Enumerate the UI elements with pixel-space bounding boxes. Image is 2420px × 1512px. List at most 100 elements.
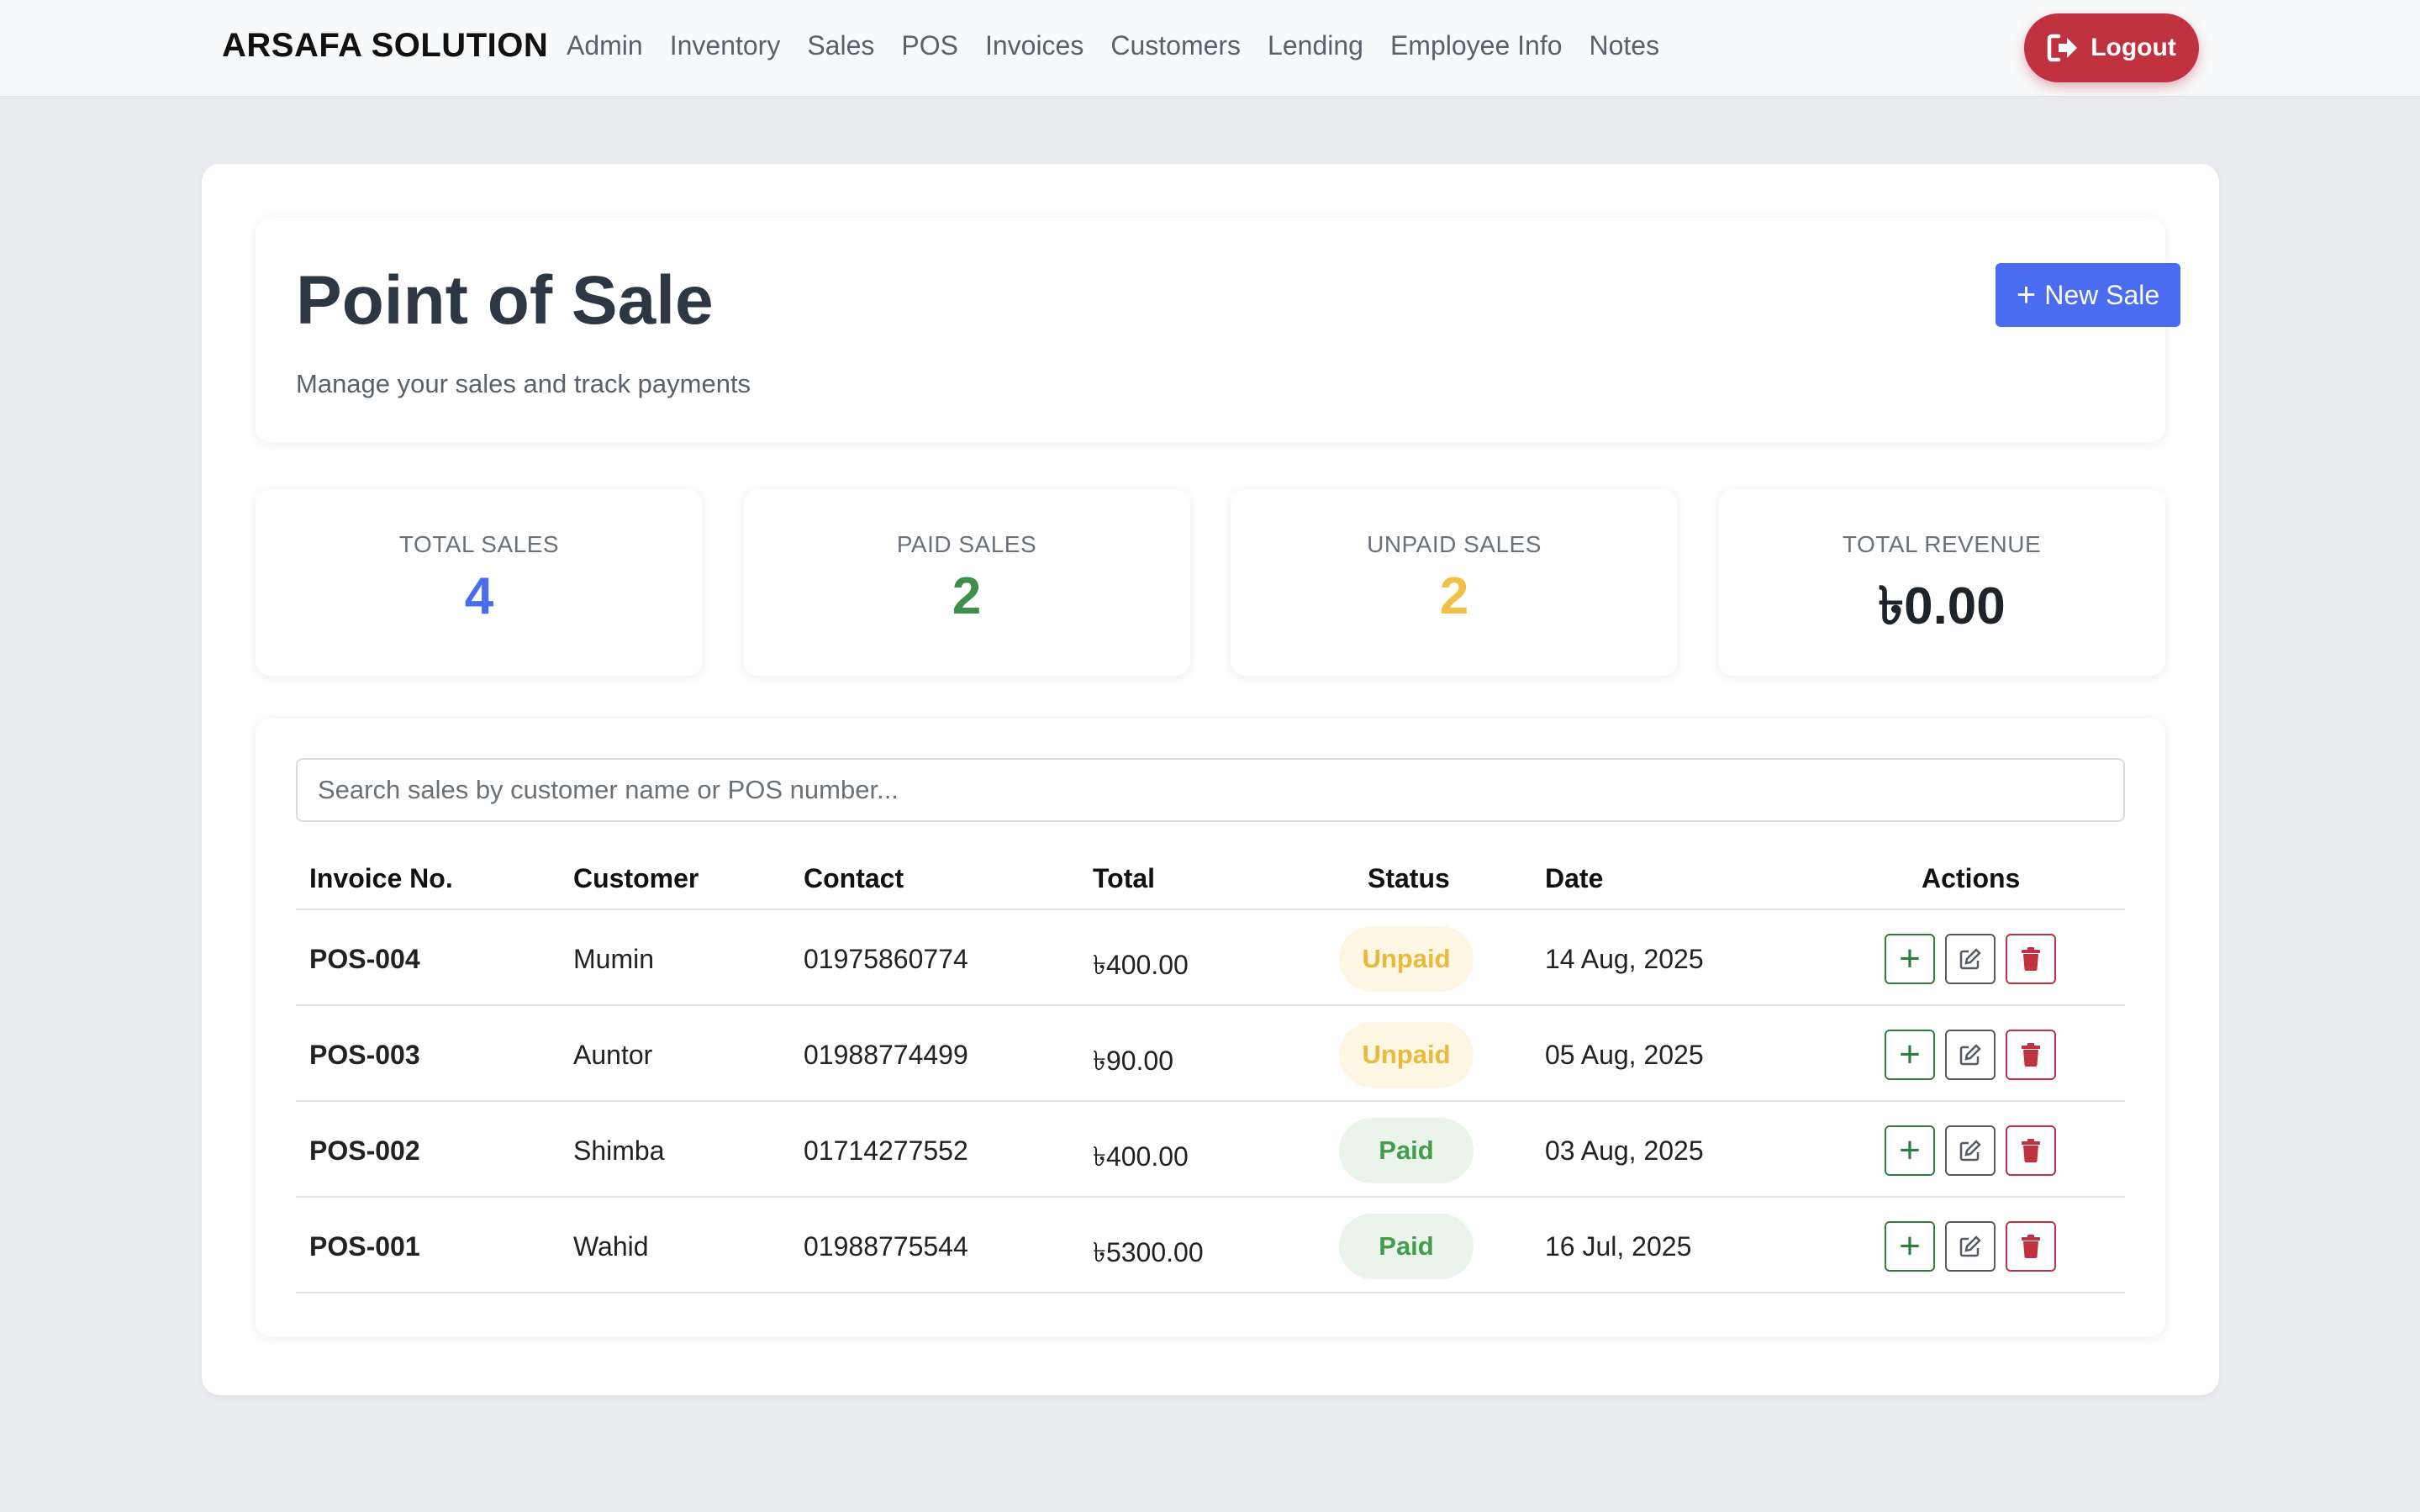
status-badge: Paid (1339, 1118, 1474, 1183)
nav-link-customers[interactable]: Customers (1110, 30, 1241, 61)
trash-icon (2022, 1043, 2040, 1067)
cell-total: ৳5300.00 (1093, 1237, 1204, 1267)
cell-total: ৳90.00 (1093, 1046, 1174, 1076)
plus-icon: + (1899, 1225, 1921, 1267)
stat-value: 2 (952, 567, 982, 625)
stat-label: UNPAID SALES (1367, 531, 1542, 557)
cell-contact: 01988775544 (804, 1231, 968, 1262)
cell-total: ৳400.00 (1093, 1141, 1189, 1172)
table-row: POS-001 Wahid 01988775544 ৳5300.00 Paid … (296, 1198, 2125, 1293)
column-header-invoice[interactable]: Invoice No. (309, 863, 453, 894)
status-badge: Unpaid (1339, 926, 1474, 992)
cell-customer: Shimba (573, 1135, 665, 1166)
trash-icon (2022, 947, 2040, 971)
cell-invoice[interactable]: POS-003 (309, 1040, 420, 1071)
table-row: POS-004 Mumin 01975860774 ৳400.00 Unpaid… (296, 910, 2125, 1006)
search-input[interactable] (296, 758, 2125, 822)
row-actions: + (1885, 1030, 2066, 1080)
table-row: POS-002 Shimba 01714277552 ৳400.00 Paid … (296, 1102, 2125, 1198)
logout-label: Logout (2090, 34, 2176, 61)
status-badge: Paid (1339, 1214, 1474, 1279)
column-header-status[interactable]: Status (1368, 863, 1450, 894)
nav-link-pos[interactable]: POS (901, 30, 958, 61)
edit-button[interactable] (1945, 934, 1996, 984)
plus-icon: + (1899, 1034, 1921, 1075)
cell-customer: Mumin (573, 944, 655, 974)
row-actions: + (1885, 1221, 2066, 1272)
logout-icon (2047, 34, 2078, 62)
page-title: Point of Sale (296, 262, 714, 339)
add-payment-button[interactable]: + (1885, 934, 1935, 984)
cell-invoice[interactable]: POS-002 (309, 1135, 420, 1167)
nav-link-invoices[interactable]: Invoices (985, 30, 1083, 61)
main-content-card: Point of Sale Manage your sales and trac… (202, 164, 2219, 1395)
plus-icon: + (2016, 277, 2037, 313)
add-payment-button[interactable]: + (1885, 1125, 1935, 1176)
top-navbar: ARSAFA SOLUTION Admin Inventory Sales PO… (0, 0, 2420, 97)
page-header-card: Point of Sale Manage your sales and trac… (256, 218, 2180, 442)
delete-button[interactable] (2006, 934, 2056, 984)
stat-card-unpaid-sales: UNPAID SALES 2 (1231, 489, 1678, 676)
column-header-total[interactable]: Total (1093, 863, 1155, 894)
cell-contact: 01975860774 (804, 944, 968, 974)
stat-card-total-sales: TOTAL SALES 4 (256, 489, 703, 676)
stat-value: 2 (1439, 567, 1469, 625)
column-header-actions: Actions (1922, 863, 2021, 893)
column-header-date[interactable]: Date (1545, 863, 1603, 894)
trash-icon (2022, 1235, 2040, 1258)
row-actions: + (1885, 1125, 2066, 1176)
cell-customer: Auntor (573, 1040, 653, 1070)
edit-button[interactable] (1945, 1030, 1996, 1080)
page-subtitle: Manage your sales and track payments (296, 369, 751, 398)
column-header-contact[interactable]: Contact (804, 863, 904, 894)
add-payment-button[interactable]: + (1885, 1221, 1935, 1272)
nav-link-sales[interactable]: Sales (807, 30, 874, 61)
edit-icon (1959, 1140, 1981, 1162)
cell-invoice[interactable]: POS-001 (309, 1231, 420, 1262)
nav-link-inventory[interactable]: Inventory (670, 30, 781, 61)
add-payment-button[interactable]: + (1885, 1030, 1935, 1080)
stat-value: ৳0.00 (1878, 577, 2006, 635)
cell-total: ৳400.00 (1093, 950, 1189, 980)
plus-icon: + (1899, 938, 1921, 979)
edit-button[interactable] (1945, 1221, 1996, 1272)
table-header: Invoice No. Customer Contact Total Statu… (296, 853, 2125, 910)
plus-icon: + (1899, 1130, 1921, 1171)
stat-label: TOTAL SALES (398, 531, 560, 557)
brand-logo[interactable]: ARSAFA SOLUTION (222, 27, 548, 65)
stat-card-total-revenue: TOTAL REVENUE ৳0.00 (1718, 489, 2165, 676)
nav-link-lending[interactable]: Lending (1268, 30, 1363, 61)
new-sale-button[interactable]: + New Sale (1996, 263, 2180, 327)
cell-date: 16 Jul, 2025 (1545, 1231, 1692, 1262)
nav-links: Admin Inventory Sales POS Invoices Custo… (567, 30, 1686, 61)
delete-button[interactable] (2006, 1125, 2056, 1176)
cell-date: 05 Aug, 2025 (1545, 1040, 1704, 1070)
edit-button[interactable] (1945, 1125, 1996, 1176)
edit-icon (1959, 948, 1981, 970)
delete-button[interactable] (2006, 1030, 2056, 1080)
trash-icon (2022, 1139, 2040, 1162)
delete-button[interactable] (2006, 1221, 2056, 1272)
edit-icon (1959, 1044, 1981, 1066)
nav-link-admin[interactable]: Admin (567, 30, 643, 61)
cell-contact: 01988774499 (804, 1040, 968, 1070)
sales-table-card: Invoice No. Customer Contact Total Statu… (256, 719, 2165, 1336)
new-sale-label: New Sale (2044, 279, 2160, 310)
cell-invoice[interactable]: POS-004 (309, 944, 420, 975)
cell-customer: Wahid (573, 1231, 649, 1262)
nav-link-employee-info[interactable]: Employee Info (1390, 30, 1563, 61)
row-actions: + (1885, 934, 2066, 984)
stat-value: 4 (464, 567, 494, 625)
edit-icon (1959, 1235, 1981, 1257)
stat-label: PAID SALES (896, 531, 1037, 557)
cell-date: 14 Aug, 2025 (1545, 944, 1704, 974)
column-header-customer[interactable]: Customer (573, 863, 699, 894)
nav-link-notes[interactable]: Notes (1590, 30, 1660, 61)
logout-button[interactable]: Logout (2024, 13, 2199, 82)
cell-date: 03 Aug, 2025 (1545, 1135, 1704, 1166)
stat-label: TOTAL REVENUE (1842, 531, 2042, 557)
sales-table: Invoice No. Customer Contact Total Statu… (296, 853, 2125, 1293)
table-row: POS-003 Auntor 01988774499 ৳90.00 Unpaid… (296, 1006, 2125, 1102)
stat-card-paid-sales: PAID SALES 2 (743, 489, 1190, 676)
cell-contact: 01714277552 (804, 1135, 968, 1166)
